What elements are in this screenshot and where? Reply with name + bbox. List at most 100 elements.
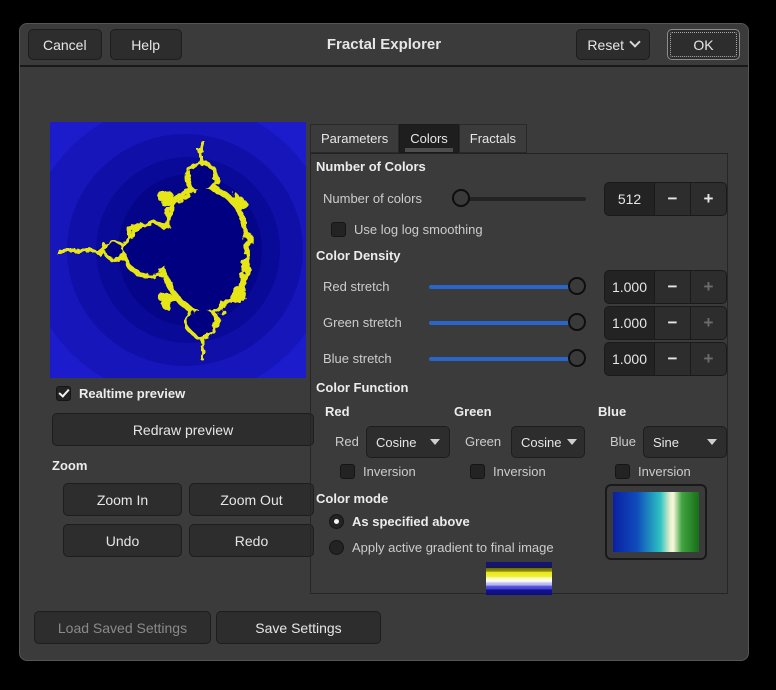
slider-thumb[interactable] bbox=[568, 277, 586, 295]
blue-stretch-row: Blue stretch 1.000 − + bbox=[311, 342, 727, 376]
red-column-header: Red bbox=[325, 404, 350, 419]
blue-function-dropdown[interactable]: Sine bbox=[643, 426, 727, 458]
zoom-in-button[interactable]: Zoom In bbox=[63, 483, 182, 516]
minus-icon[interactable]: − bbox=[655, 306, 691, 340]
save-settings-button[interactable]: Save Settings bbox=[216, 611, 381, 644]
number-of-colors-spinbox: 512 − + bbox=[604, 182, 727, 216]
plus-icon: + bbox=[691, 306, 727, 340]
red-stretch-value[interactable]: 1.000 bbox=[604, 270, 655, 304]
blue-stretch-slider[interactable] bbox=[429, 342, 586, 376]
slider-track bbox=[452, 197, 586, 201]
chevron-down-icon bbox=[629, 36, 640, 47]
mandelbrot-image bbox=[50, 122, 306, 378]
load-saved-settings-button: Load Saved Settings bbox=[34, 611, 211, 644]
green-function-dropdown[interactable]: Cosine bbox=[511, 426, 585, 458]
green-inversion-label: Inversion bbox=[493, 464, 546, 479]
blue-stretch-label: Blue stretch bbox=[323, 342, 392, 376]
chevron-down-icon bbox=[707, 439, 717, 445]
green-stretch-slider[interactable] bbox=[429, 306, 586, 340]
red-inversion-option[interactable]: Inversion bbox=[340, 464, 416, 479]
as-specified-radio[interactable] bbox=[329, 514, 344, 529]
plus-icon: + bbox=[691, 342, 727, 376]
color-mode-heading: Color mode bbox=[316, 491, 388, 506]
red-function-value: Cosine bbox=[376, 435, 416, 450]
redraw-preview-button[interactable]: Redraw preview bbox=[52, 413, 314, 446]
slider-thumb[interactable] bbox=[568, 313, 586, 331]
plus-icon: + bbox=[691, 270, 727, 304]
as-specified-label: As specified above bbox=[352, 514, 470, 529]
titlebar: Cancel Help Fractal Explorer Reset OK bbox=[20, 24, 748, 67]
undo-button[interactable]: Undo bbox=[63, 524, 182, 557]
chevron-down-icon bbox=[430, 439, 440, 445]
red-function-label: Red bbox=[335, 425, 359, 459]
minus-icon[interactable]: − bbox=[655, 182, 691, 216]
slider-track bbox=[429, 321, 586, 325]
chevron-down-icon bbox=[567, 439, 577, 445]
fractal-explorer-dialog: Cancel Help Fractal Explorer Reset OK bbox=[19, 23, 749, 661]
number-of-colors-label: Number of colors bbox=[323, 182, 422, 216]
red-stretch-label: Red stretch bbox=[323, 270, 389, 304]
blue-stretch-value[interactable]: 1.000 bbox=[604, 342, 655, 376]
cancel-button[interactable]: Cancel bbox=[28, 29, 102, 60]
redo-button[interactable]: Redo bbox=[189, 524, 314, 557]
log-smoothing-checkbox[interactable] bbox=[331, 222, 346, 237]
blue-inversion-option[interactable]: Inversion bbox=[615, 464, 691, 479]
red-stretch-slider[interactable] bbox=[429, 270, 586, 304]
function-dropdown-row: Red Cosine Green Cosine Blue Sine bbox=[311, 425, 727, 459]
blue-function-value: Sine bbox=[653, 435, 679, 450]
green-inversion-option[interactable]: Inversion bbox=[470, 464, 546, 479]
help-button[interactable]: Help bbox=[110, 29, 182, 60]
minus-icon[interactable]: − bbox=[655, 270, 691, 304]
tab-fractals[interactable]: Fractals bbox=[459, 124, 527, 153]
as-specified-option[interactable]: As specified above bbox=[329, 514, 470, 529]
apply-gradient-label: Apply active gradient to final image bbox=[352, 540, 554, 555]
realtime-preview-checkbox[interactable] bbox=[56, 386, 71, 401]
number-of-colors-slider[interactable] bbox=[452, 182, 586, 216]
green-stretch-row: Green stretch 1.000 − + bbox=[311, 306, 727, 340]
reset-button[interactable]: Reset bbox=[576, 29, 650, 60]
colors-tab-panel: Number of Colors Number of colors 512 − … bbox=[310, 153, 728, 594]
color-function-heading: Color Function bbox=[316, 380, 408, 395]
plus-icon[interactable]: + bbox=[691, 182, 727, 216]
green-inversion-checkbox[interactable] bbox=[470, 464, 485, 479]
green-stretch-value[interactable]: 1.000 bbox=[604, 306, 655, 340]
green-column-header: Green bbox=[454, 404, 492, 419]
green-function-value: Cosine bbox=[521, 435, 561, 450]
gradient-preview-frame bbox=[605, 484, 707, 560]
minus-icon[interactable]: − bbox=[655, 342, 691, 376]
realtime-preview-option[interactable]: Realtime preview bbox=[56, 386, 185, 401]
blue-column-header: Blue bbox=[598, 404, 626, 419]
gradient-preview bbox=[613, 492, 699, 552]
active-gradient-swatch[interactable] bbox=[486, 562, 552, 595]
red-inversion-checkbox[interactable] bbox=[340, 464, 355, 479]
reset-label: Reset bbox=[587, 37, 624, 53]
green-function-label: Green bbox=[465, 425, 501, 459]
apply-gradient-option[interactable]: Apply active gradient to final image bbox=[329, 540, 554, 555]
red-inversion-label: Inversion bbox=[363, 464, 416, 479]
number-of-colors-row: Number of colors 512 − + bbox=[311, 182, 727, 216]
zoom-out-button[interactable]: Zoom Out bbox=[189, 483, 314, 516]
log-smoothing-option[interactable]: Use log log smoothing bbox=[331, 222, 483, 237]
slider-thumb[interactable] bbox=[568, 349, 586, 367]
blue-stretch-spinbox: 1.000 − + bbox=[604, 342, 727, 376]
blue-inversion-checkbox[interactable] bbox=[615, 464, 630, 479]
red-stretch-row: Red stretch 1.000 − + bbox=[311, 270, 727, 304]
number-of-colors-value[interactable]: 512 bbox=[604, 182, 655, 216]
notebook-tabs: Parameters Colors Fractals bbox=[310, 124, 527, 153]
red-function-dropdown[interactable]: Cosine bbox=[366, 426, 450, 458]
apply-gradient-radio[interactable] bbox=[329, 540, 344, 555]
number-of-colors-heading: Number of Colors bbox=[316, 159, 426, 174]
color-density-heading: Color Density bbox=[316, 248, 401, 263]
fractal-preview[interactable] bbox=[50, 122, 306, 378]
ok-button[interactable]: OK bbox=[667, 29, 740, 60]
zoom-heading: Zoom bbox=[52, 458, 87, 473]
tab-colors[interactable]: Colors bbox=[399, 124, 459, 153]
realtime-preview-label: Realtime preview bbox=[79, 386, 185, 401]
tab-parameters[interactable]: Parameters bbox=[310, 124, 399, 153]
slider-track bbox=[429, 285, 586, 289]
log-smoothing-label: Use log log smoothing bbox=[354, 222, 483, 237]
green-stretch-spinbox: 1.000 − + bbox=[604, 306, 727, 340]
blue-inversion-label: Inversion bbox=[638, 464, 691, 479]
screen-background: Cancel Help Fractal Explorer Reset OK bbox=[0, 0, 776, 690]
slider-thumb[interactable] bbox=[452, 189, 470, 207]
